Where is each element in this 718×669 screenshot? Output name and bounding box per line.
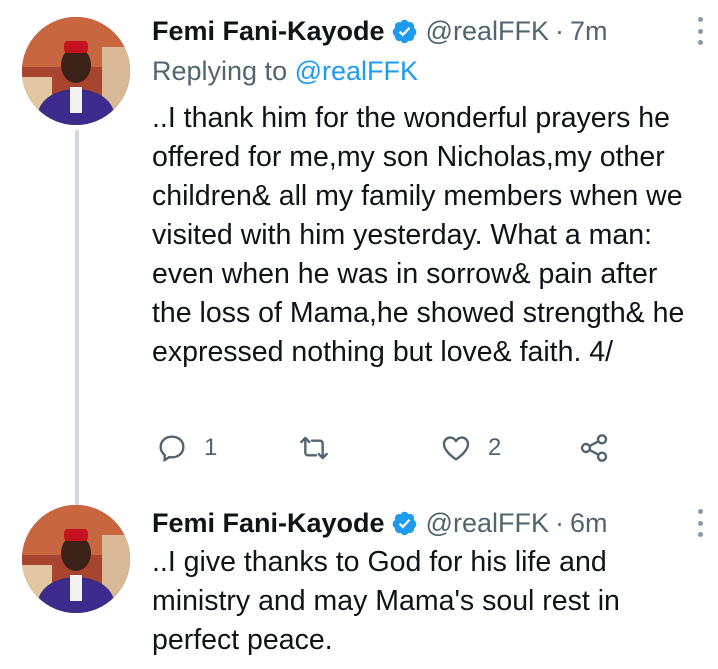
reply-button[interactable]: 1 <box>156 428 217 468</box>
avatar[interactable] <box>22 505 130 613</box>
replying-to-label: Replying to <box>152 56 295 86</box>
more-vertical-icon[interactable] <box>692 17 708 45</box>
author-handle[interactable]: @realFFK <box>426 508 549 539</box>
tweet-timestamp[interactable]: 7m <box>570 16 608 47</box>
retweet-icon <box>300 436 328 460</box>
verified-badge-icon <box>391 510 418 537</box>
avatar-image <box>22 17 130 125</box>
author-name[interactable]: Femi Fani-Kayode <box>152 16 385 47</box>
tweet[interactable]: Femi Fani-Kayode @realFFK · 6m ..I give … <box>0 495 718 669</box>
like-button[interactable]: 2 <box>440 428 501 468</box>
tweet-text: ..I give thanks to God for his life and … <box>152 546 620 656</box>
share-icon <box>580 434 608 462</box>
more-vertical-icon[interactable] <box>692 509 708 537</box>
tweet-text: ..I thank him for the wonderful prayers … <box>152 102 685 368</box>
tweet[interactable]: Femi Fani-Kayode @realFFK · 7m Replying … <box>0 0 718 505</box>
tweet-header: Femi Fani-Kayode @realFFK · 7m <box>152 11 698 51</box>
replying-to-mention[interactable]: @realFFK <box>295 56 418 86</box>
tweet-header: Femi Fani-Kayode @realFFK · 6m <box>152 503 698 543</box>
tweet-actions: 1 2 <box>152 428 622 468</box>
avatar-image <box>22 505 130 613</box>
heart-icon <box>442 436 470 461</box>
author-name[interactable]: Femi Fani-Kayode <box>152 508 385 539</box>
author-handle[interactable]: @realFFK <box>426 16 549 47</box>
thread-line <box>75 130 79 505</box>
separator-dot: · <box>554 15 564 46</box>
tweet-timestamp[interactable]: 6m <box>570 508 608 539</box>
replying-to: Replying to @realFFK <box>152 56 418 87</box>
reply-icon <box>159 435 185 463</box>
avatar[interactable] <box>22 17 130 125</box>
like-count: 2 <box>488 434 502 461</box>
separator-dot: · <box>554 507 564 538</box>
retweet-button[interactable] <box>298 428 346 468</box>
reply-count: 1 <box>204 434 218 461</box>
share-button[interactable] <box>578 428 610 468</box>
verified-badge-icon <box>391 18 418 45</box>
